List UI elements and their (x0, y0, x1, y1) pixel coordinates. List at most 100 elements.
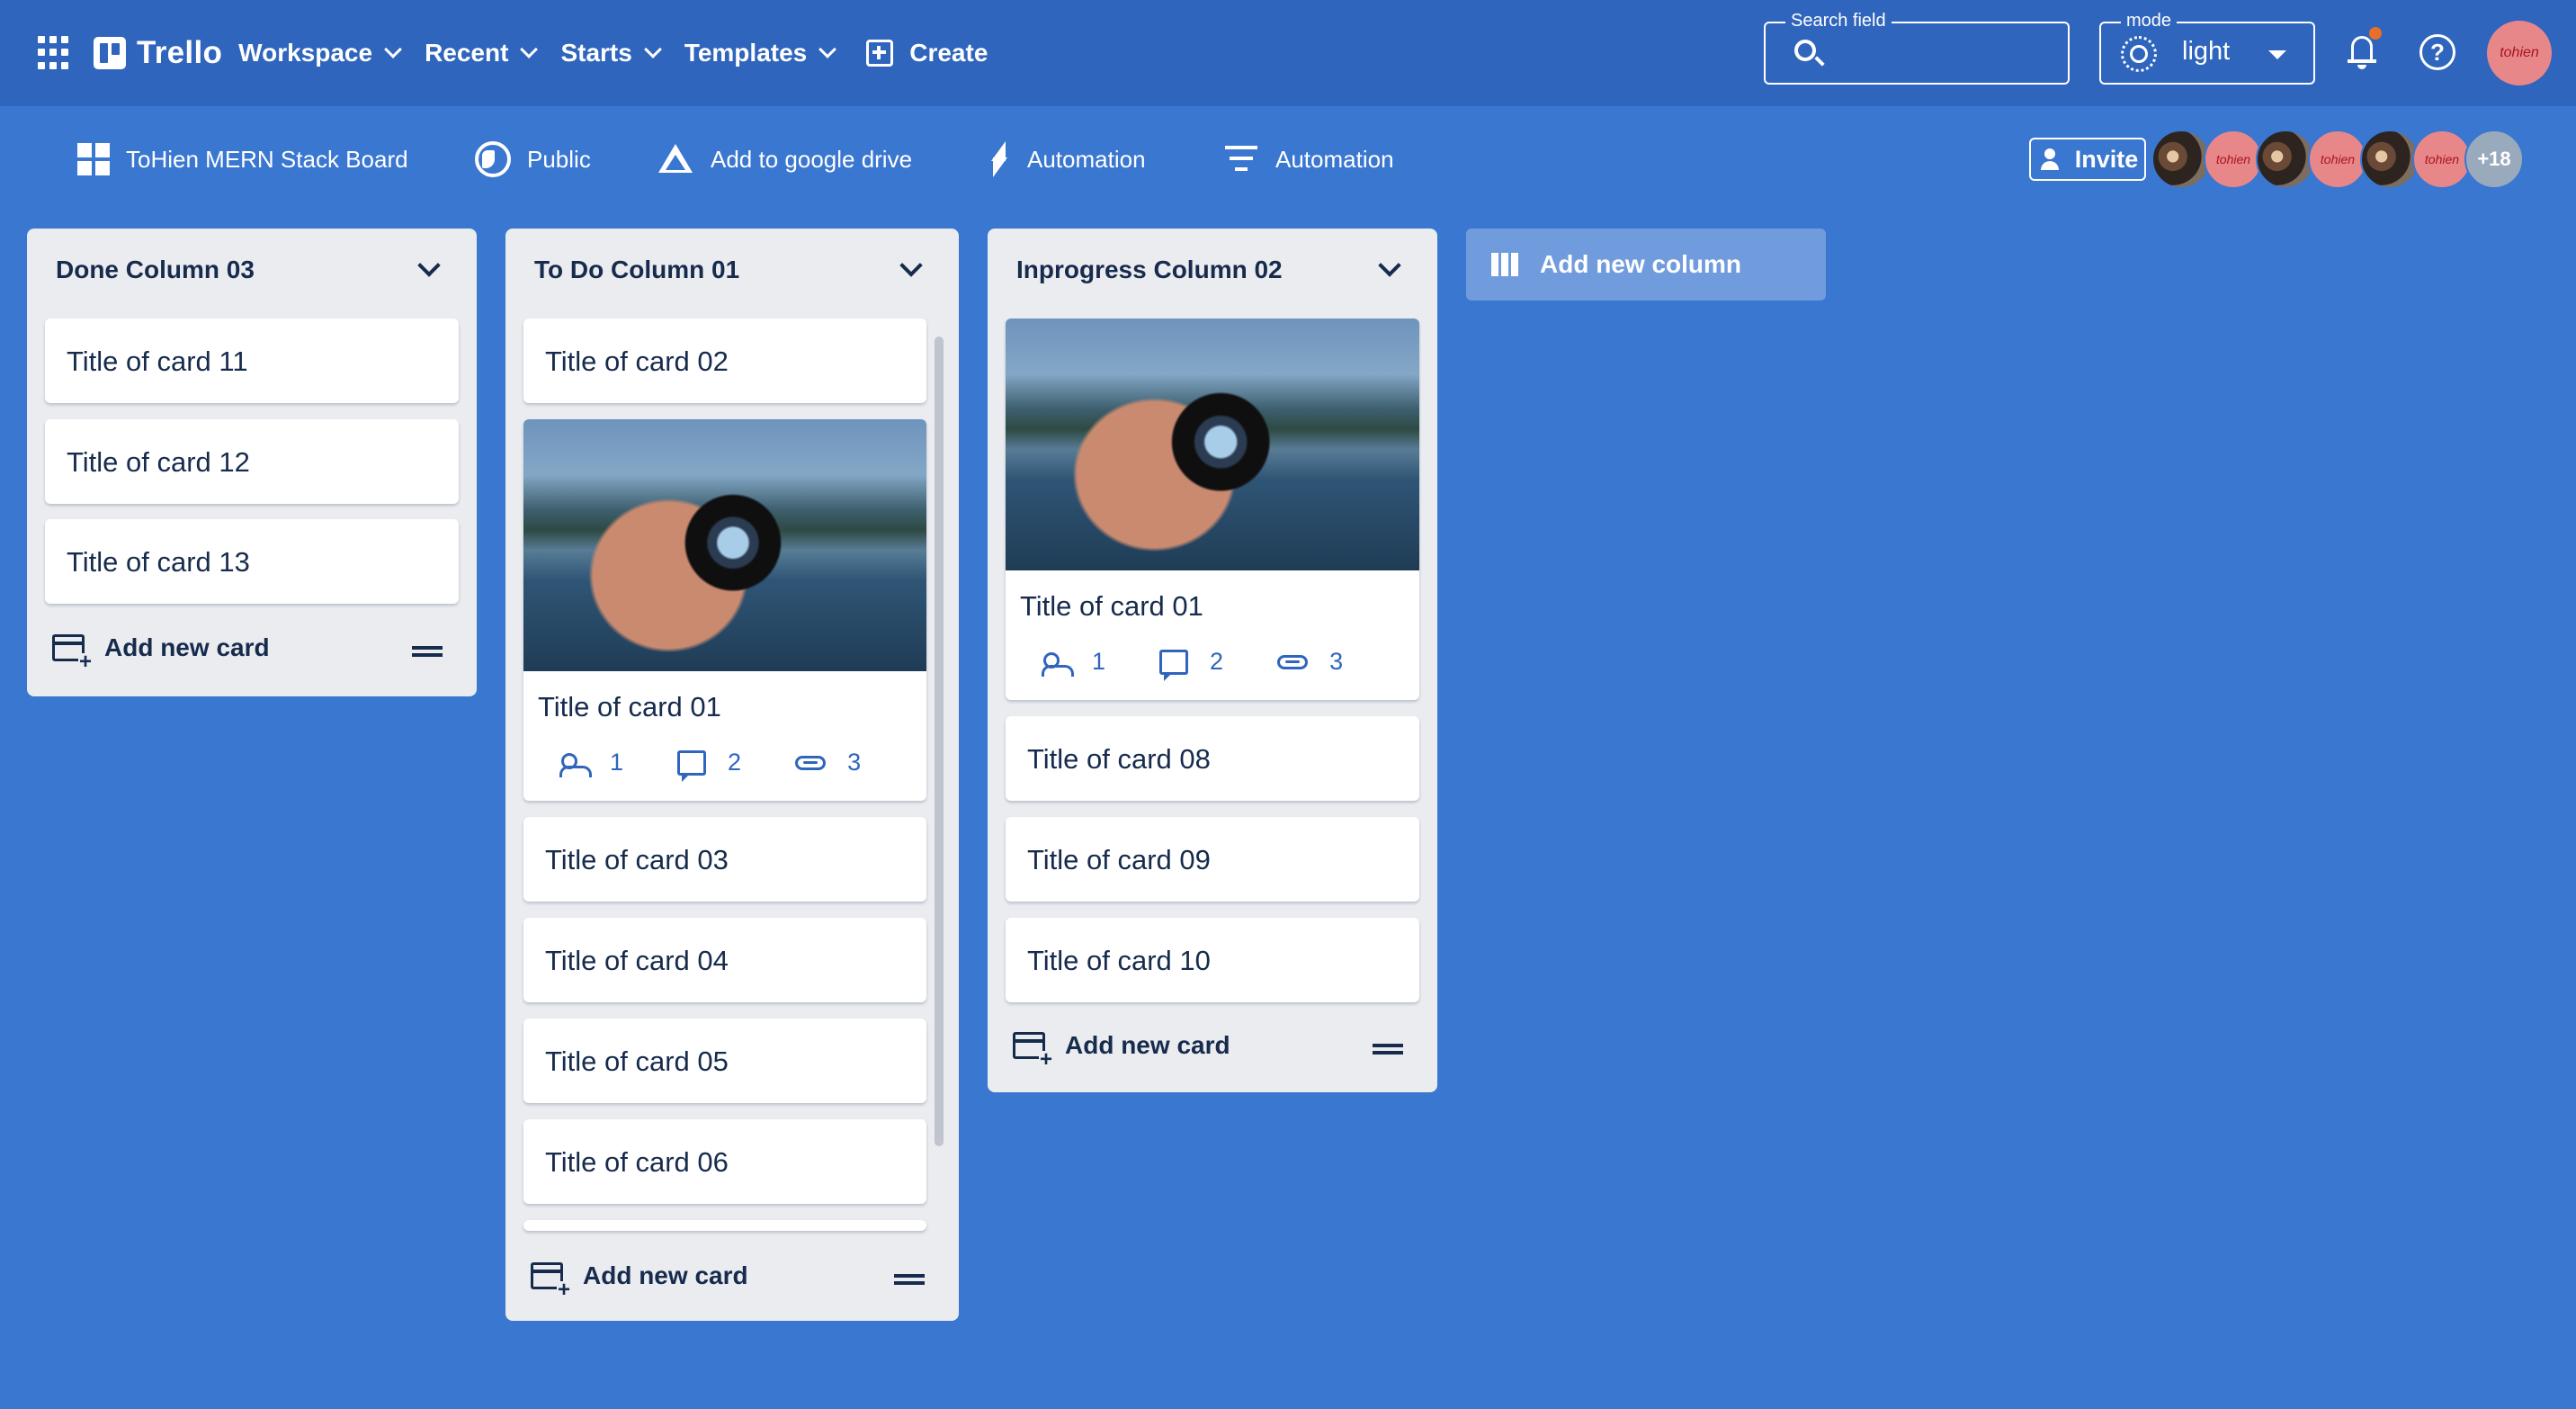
card-with-cover[interactable]: Title of card 01 1 2 3 (523, 419, 926, 801)
notifications-bell-icon[interactable] (2346, 27, 2382, 70)
card[interactable]: Title of card 10 (1006, 918, 1419, 1002)
search-input[interactable]: Search field (1764, 11, 2070, 85)
column-inprogress[interactable]: Inprogress Column 02 Title of card 01 1 … (988, 229, 1437, 1092)
chevron-down-icon (384, 40, 402, 58)
card-title: Title of card 06 (545, 1146, 729, 1178)
drag-handle-icon[interactable] (894, 1274, 925, 1285)
add-card-label: Add new card (104, 633, 270, 661)
add-card-icon (531, 1262, 571, 1299)
column-done[interactable]: Done Column 03 Title of card 11 Title of… (27, 229, 477, 696)
drag-handle-icon[interactable] (1373, 1044, 1403, 1055)
menu-templates[interactable]: Templates (684, 39, 837, 67)
card-title: Title of card 09 (1027, 844, 1211, 875)
card-partial[interactable] (523, 1220, 926, 1231)
chevron-down-icon (520, 40, 539, 58)
help-icon[interactable]: ? (2419, 34, 2455, 70)
filters-chip[interactable]: Automation (1223, 139, 1394, 180)
card-title: Title of card 01 (538, 691, 721, 722)
add-card-label: Add new card (583, 1261, 748, 1289)
invite-button[interactable]: Invite (2029, 138, 2146, 181)
column-menu-chevron-icon[interactable] (1378, 254, 1401, 277)
more-members-badge[interactable]: +18 (2464, 130, 2524, 189)
board-name-chip[interactable]: ToHien MERN Stack Board (77, 139, 408, 180)
mode-select[interactable]: mode light (2099, 11, 2315, 85)
add-column-label: Add new column (1540, 250, 1741, 278)
drag-handle-icon[interactable] (412, 646, 443, 657)
menu-label: Templates (684, 39, 808, 67)
member-avatar[interactable]: tohien (2308, 130, 2367, 189)
attachment-icon (1277, 654, 1309, 669)
trello-logo-icon (94, 37, 126, 69)
add-card-label: Add new card (1065, 1031, 1230, 1059)
card[interactable]: Title of card 08 (1006, 716, 1419, 801)
card-title: Title of card 08 (1027, 743, 1211, 775)
menu-starts[interactable]: Starts (560, 39, 662, 67)
card-title: Title of card 11 (67, 346, 248, 377)
trello-logo[interactable]: Trello (94, 35, 222, 71)
card-comments: 2 (1159, 648, 1223, 681)
menu-workspace[interactable]: Workspace (238, 39, 402, 67)
card-title: Title of card 05 (545, 1046, 729, 1077)
drive-label: Add to google drive (711, 145, 913, 173)
visibility-chip[interactable]: Public (475, 139, 591, 180)
members-count: 1 (610, 749, 624, 776)
card[interactable]: Title of card 02 (523, 319, 926, 403)
dropdown-caret-icon (2268, 50, 2286, 59)
menu-recent[interactable]: Recent (425, 39, 539, 67)
card[interactable]: Title of card 12 (45, 419, 459, 504)
member-avatar[interactable] (2360, 130, 2419, 189)
member-avatar[interactable]: tohien (2204, 130, 2263, 189)
add-card-button[interactable]: Add new card (52, 633, 270, 671)
automation-chip[interactable]: Automation (988, 139, 1146, 180)
google-drive-chip[interactable]: Add to google drive (657, 139, 912, 180)
group-icon (559, 752, 592, 777)
card-members: 1 (1042, 648, 1105, 677)
comment-icon (1159, 649, 1189, 681)
card[interactable]: Title of card 03 (523, 817, 926, 902)
card[interactable]: Title of card 13 (45, 519, 459, 604)
card-with-cover[interactable]: Title of card 01 1 2 3 (1006, 319, 1419, 700)
card[interactable]: Title of card 11 (45, 319, 459, 403)
card-title: Title of card 03 (545, 844, 729, 875)
add-column-button[interactable]: Add new column (1466, 229, 1826, 301)
create-button[interactable]: Create (866, 39, 988, 67)
filters-label: Automation (1275, 145, 1394, 173)
board-name: ToHien MERN Stack Board (126, 145, 408, 173)
profile-avatar[interactable]: tohien (2487, 21, 2552, 85)
search-legend: Search field (1785, 11, 1892, 31)
attachments-count: 3 (1329, 648, 1344, 675)
card[interactable]: Title of card 09 (1006, 817, 1419, 902)
automation-label: Automation (1027, 145, 1146, 173)
apps-grid-icon[interactable] (38, 36, 72, 70)
dashboard-icon (77, 143, 110, 175)
column-scrollbar[interactable] (935, 337, 944, 1146)
menu-label: Starts (560, 39, 632, 67)
menu-label: Recent (425, 39, 509, 67)
member-avatar[interactable]: tohien (2412, 130, 2472, 189)
card[interactable]: Title of card 04 (523, 918, 926, 1002)
card-title: Title of card 13 (67, 546, 250, 578)
card-title: Title of card 10 (1027, 945, 1211, 976)
card[interactable]: Title of card 05 (523, 1019, 926, 1103)
mode-legend: mode (2121, 11, 2178, 31)
add-card-icon (52, 634, 93, 671)
view-column-icon (1491, 253, 1518, 276)
brand-name: Trello (137, 35, 223, 70)
column-menu-chevron-icon[interactable] (899, 254, 923, 277)
member-avatars[interactable]: tohien tohien tohien +18 (2151, 130, 2524, 189)
card-cover-image (523, 419, 926, 671)
column-todo[interactable]: To Do Column 01 Title of card 02 Title o… (505, 229, 959, 1321)
invite-label: Invite (2074, 145, 2139, 173)
card-meta: 1 2 3 (1042, 648, 1344, 681)
column-title: To Do Column 01 (534, 256, 740, 283)
card[interactable]: Title of card 06 (523, 1119, 926, 1204)
add-card-button[interactable]: Add new card (1013, 1031, 1230, 1069)
column-title: Done Column 03 (56, 256, 255, 283)
column-menu-chevron-icon[interactable] (417, 254, 441, 277)
notification-dot (2369, 27, 2382, 40)
comment-icon (677, 749, 707, 782)
member-avatar[interactable] (2151, 130, 2211, 189)
card-meta: 1 2 3 (559, 749, 861, 782)
member-avatar[interactable] (2256, 130, 2315, 189)
add-card-button[interactable]: Add new card (531, 1261, 748, 1299)
